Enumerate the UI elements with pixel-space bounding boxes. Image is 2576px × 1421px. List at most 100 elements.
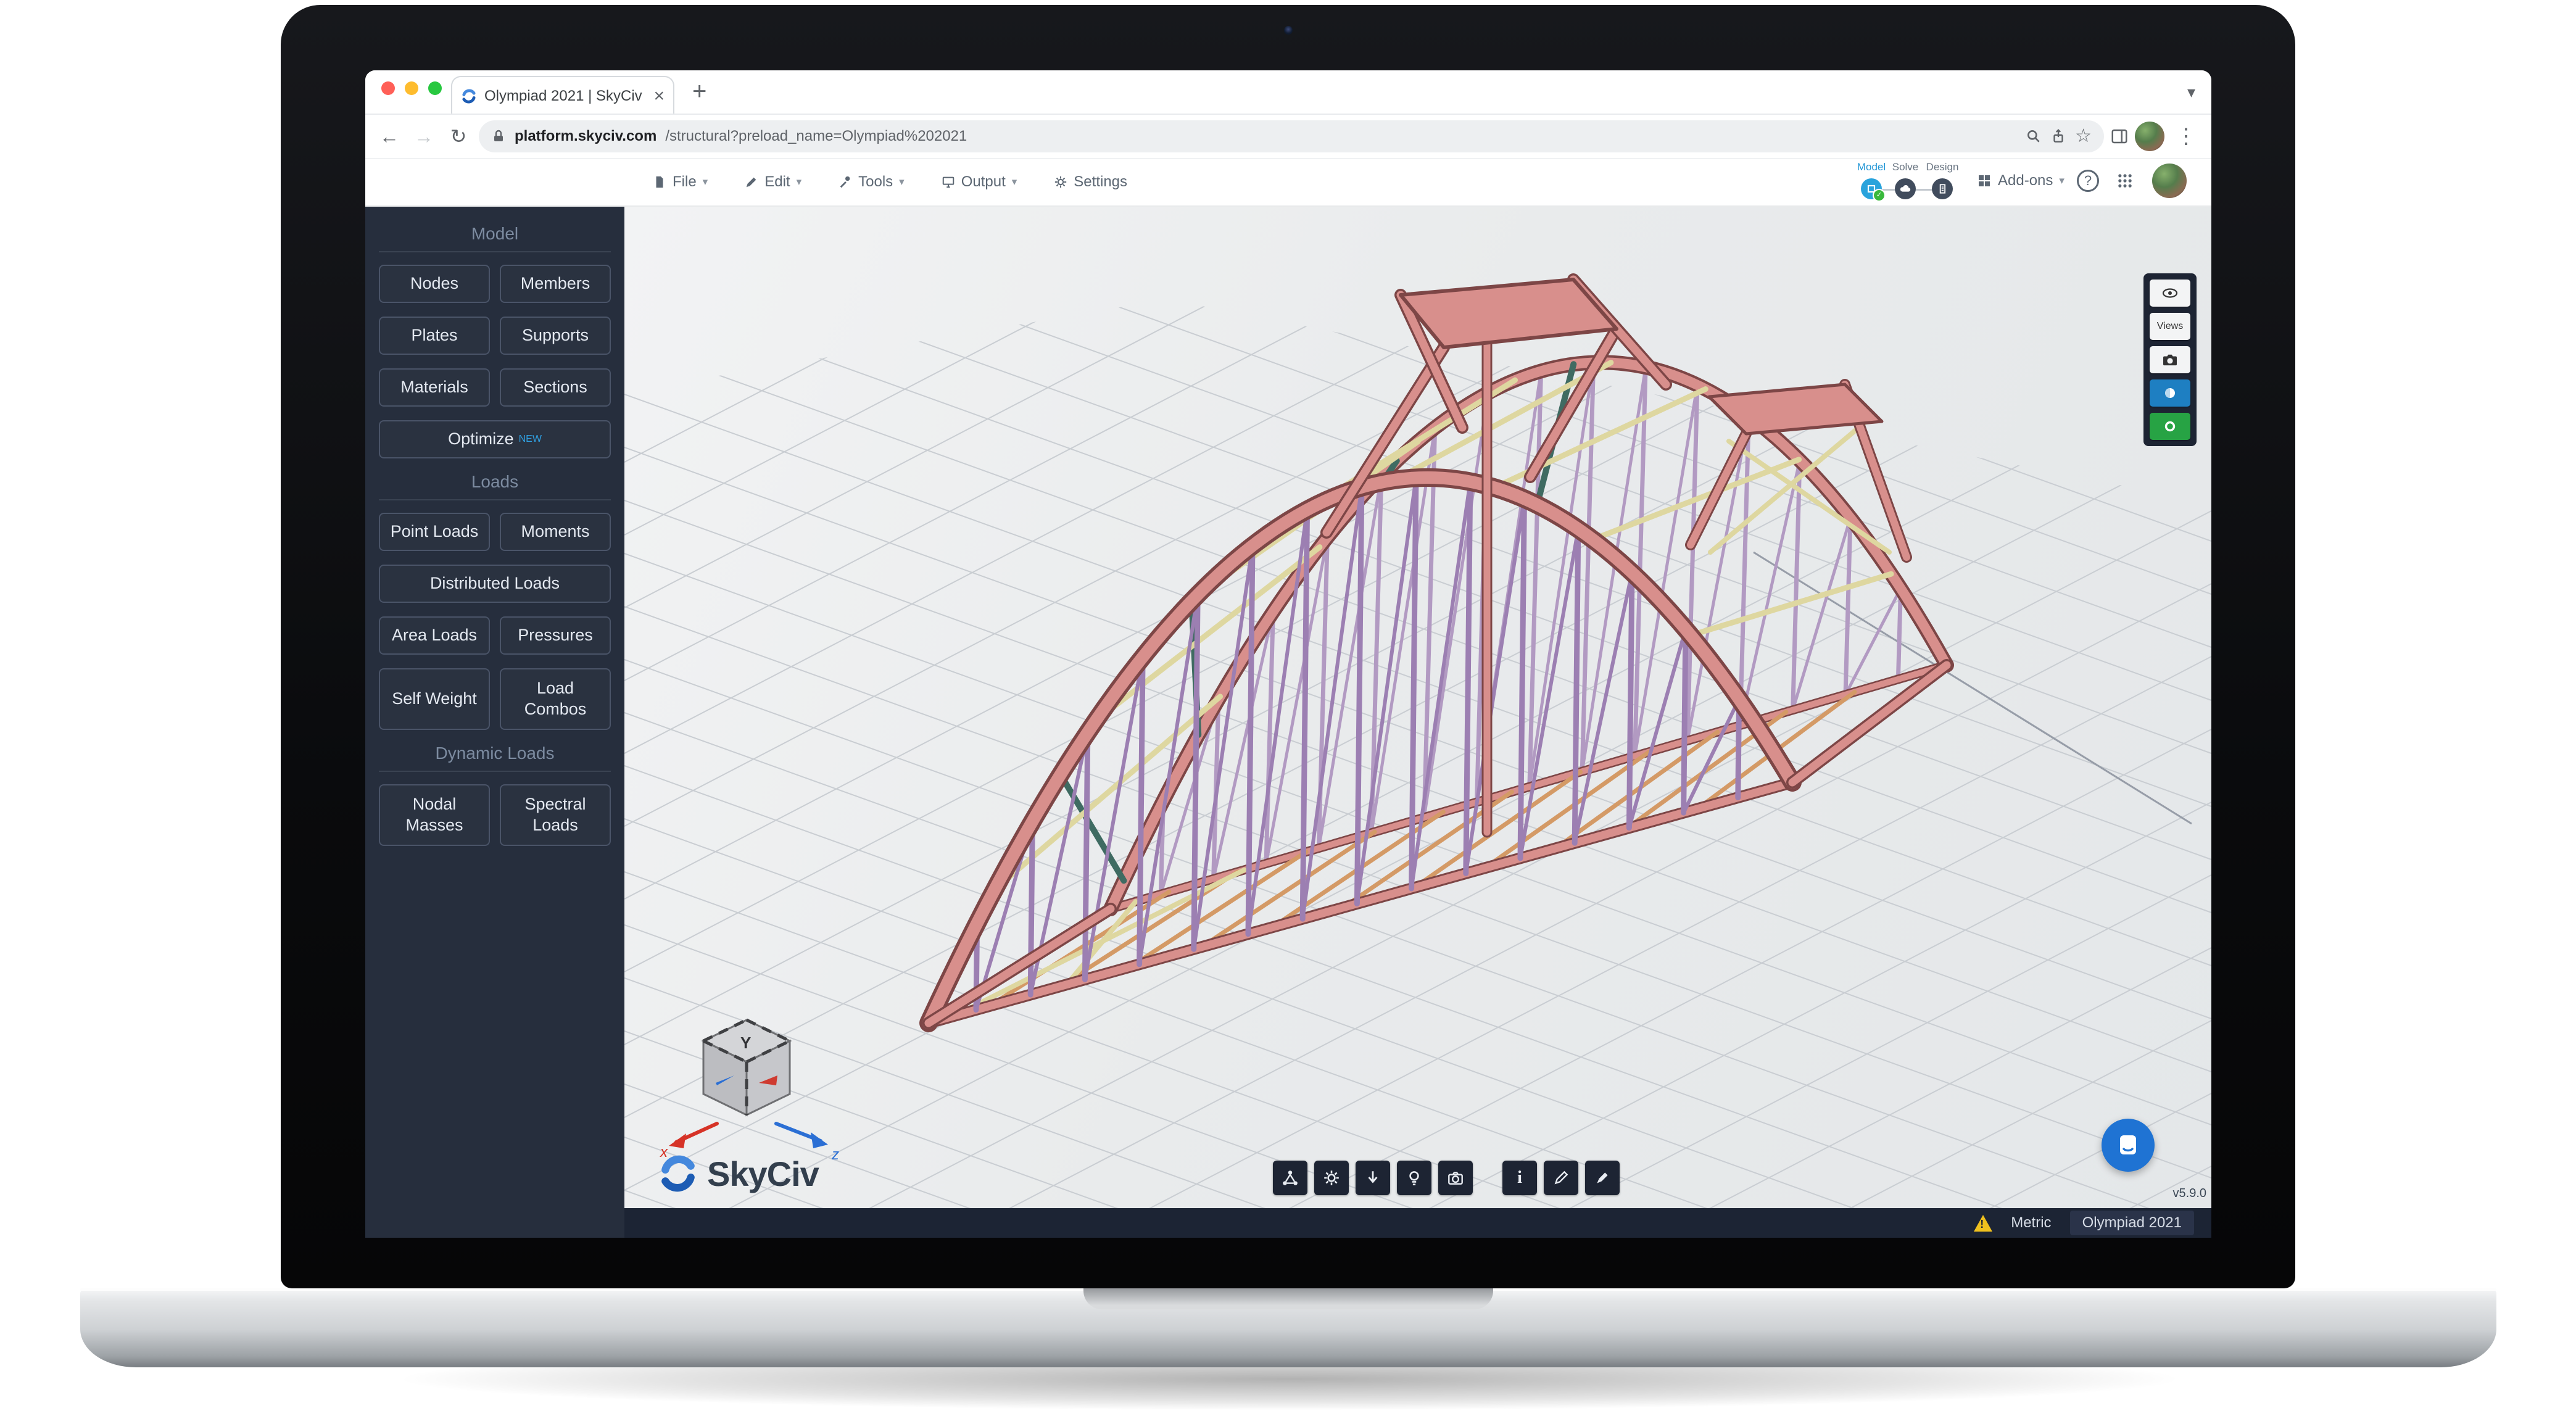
help-button[interactable]: ? xyxy=(2077,170,2099,192)
section-title-dynamic-loads: Dynamic Loads xyxy=(379,744,611,763)
share-icon[interactable] xyxy=(2050,128,2066,144)
section-divider xyxy=(379,771,611,772)
members-button[interactable]: Members xyxy=(500,265,611,303)
pen-icon xyxy=(1593,1169,1612,1187)
sidepanel-icon[interactable] xyxy=(2110,127,2129,146)
monitor-icon xyxy=(942,175,955,189)
new-badge: NEW xyxy=(519,433,542,445)
user-avatar[interactable] xyxy=(2152,164,2187,198)
info-icon: i xyxy=(1517,1168,1522,1188)
section-divider xyxy=(379,251,611,252)
skyciv-favicon xyxy=(461,88,477,104)
render-sphere-icon xyxy=(2163,386,2177,400)
tab-close-icon[interactable]: × xyxy=(653,87,665,106)
laptop-screen: Olympiad 2021 | SkyCiv × + ▾ ← → ↻ platf… xyxy=(281,5,2295,1288)
materials-button[interactable]: Materials xyxy=(379,368,490,407)
menu-file[interactable]: File ▾ xyxy=(653,173,708,191)
pressures-button[interactable]: Pressures xyxy=(500,616,611,655)
distributed-loads-button[interactable]: Distributed Loads xyxy=(379,565,611,603)
addons-menu[interactable]: Add-ons ▾ xyxy=(1977,172,2065,189)
spectral-loads-button[interactable]: Spectral Loads xyxy=(500,784,611,846)
menu-settings[interactable]: Settings xyxy=(1054,173,1127,191)
bookmark-star-icon[interactable]: ☆ xyxy=(2075,127,2092,146)
section-title-model: Model xyxy=(379,224,611,244)
nodes-button[interactable]: Nodes xyxy=(379,265,490,303)
menu-output[interactable]: Output ▾ xyxy=(942,173,1017,191)
pencil-icon xyxy=(1552,1169,1570,1187)
view-tools: Views xyxy=(2143,273,2197,446)
snapshot-button[interactable] xyxy=(1438,1161,1473,1195)
screenshot-button[interactable] xyxy=(2150,346,2190,373)
laptop-base xyxy=(80,1288,2496,1367)
skyciv-logo-text: SkyCiv xyxy=(707,1154,819,1194)
camera-icon xyxy=(1446,1169,1465,1187)
bridge-model-scene[interactable]: Yxz xyxy=(624,207,2211,1238)
zoom-icon[interactable] xyxy=(2026,128,2042,144)
browser-tab[interactable]: Olympiad 2021 | SkyCiv × xyxy=(451,76,674,115)
viewport-toolbar: i xyxy=(1273,1161,1620,1195)
step-design-button[interactable] xyxy=(1932,178,1953,199)
workflow-stepper: Model Solve Design ✓ xyxy=(1851,160,1968,204)
warning-icon[interactable]: ! xyxy=(1974,1215,1992,1232)
minimize-window-button[interactable] xyxy=(405,81,418,95)
step-label-design: Design xyxy=(1926,161,1959,173)
sidebar: Model Nodes Members Plates Supports Mate… xyxy=(365,207,624,1238)
renderer-button[interactable] xyxy=(2150,379,2190,407)
step-solve-button[interactable] xyxy=(1895,178,1916,199)
browser-profile-avatar[interactable] xyxy=(2135,122,2164,151)
optimize-button[interactable]: OptimizeNEW xyxy=(379,420,611,458)
viewport-3d-canvas[interactable]: Yxz Views xyxy=(624,207,2211,1238)
laptop-notch xyxy=(1083,1288,1493,1309)
pencil-icon xyxy=(745,175,758,189)
menu-edit[interactable]: Edit ▾ xyxy=(745,173,801,191)
sections-button[interactable]: Sections xyxy=(500,368,611,407)
padlock-icon xyxy=(491,129,506,144)
back-button[interactable]: ← xyxy=(375,126,404,146)
gear-icon xyxy=(1322,1169,1341,1187)
report-button[interactable] xyxy=(2150,413,2190,440)
nodal-masses-button[interactable]: Nodal Masses xyxy=(379,784,490,846)
step-label-solve: Solve xyxy=(1892,161,1919,173)
load-combos-button[interactable]: Load Combos xyxy=(500,668,611,730)
new-tab-button[interactable]: + xyxy=(692,78,706,106)
info-button[interactable]: i xyxy=(1502,1161,1537,1195)
self-weight-button[interactable]: Self Weight xyxy=(379,668,490,730)
units-indicator[interactable]: Metric xyxy=(2011,1214,2051,1232)
browser-menu-icon[interactable]: ⋮ xyxy=(2171,124,2201,149)
app-menubar: File ▾ Edit ▾ Tools ▾ xyxy=(365,159,2211,207)
down-arrow-icon xyxy=(1364,1169,1382,1187)
maximize-window-button[interactable] xyxy=(428,81,442,95)
address-bar[interactable]: platform.skyciv.com /structural?preload_… xyxy=(479,120,2104,152)
visibility-button[interactable] xyxy=(2150,280,2190,307)
download-button[interactable] xyxy=(1356,1161,1390,1195)
close-window-button[interactable] xyxy=(381,81,395,95)
skyciv-logo: SkyCiv xyxy=(658,1153,819,1194)
chat-support-button[interactable] xyxy=(2102,1119,2155,1172)
apps-grid-button[interactable] xyxy=(2116,172,2134,189)
window-controls xyxy=(381,81,442,95)
moments-button[interactable]: Moments xyxy=(500,513,611,551)
step-label-model: Model xyxy=(1857,161,1886,173)
skyciv-logo-icon xyxy=(658,1153,698,1194)
menu-tools[interactable]: Tools ▾ xyxy=(839,173,905,191)
supports-button[interactable]: Supports xyxy=(500,317,611,355)
project-name[interactable]: Olympiad 2021 xyxy=(2070,1211,2194,1235)
tab-search-chevron-icon[interactable]: ▾ xyxy=(2187,83,2195,102)
step-model-button[interactable]: ✓ xyxy=(1861,178,1882,199)
area-loads-button[interactable]: Area Loads xyxy=(379,616,490,655)
point-loads-button[interactable]: Point Loads xyxy=(379,513,490,551)
nav-cube[interactable]: Yxz xyxy=(660,1020,839,1163)
tools-icon xyxy=(839,175,852,189)
plates-button[interactable]: Plates xyxy=(379,317,490,355)
section-divider xyxy=(379,499,611,500)
reload-button[interactable]: ↻ xyxy=(444,126,473,146)
display-settings-button[interactable] xyxy=(1314,1161,1349,1195)
annotate-pencil-button[interactable] xyxy=(1544,1161,1578,1195)
annotate-pen-button[interactable] xyxy=(1585,1161,1620,1195)
structure-view-button[interactable] xyxy=(1273,1161,1307,1195)
gear-icon xyxy=(1054,175,1067,189)
forward-button[interactable]: → xyxy=(410,126,438,146)
ideas-button[interactable] xyxy=(1397,1161,1431,1195)
address-bar-row: ← → ↻ platform.skyciv.com /structural?pr… xyxy=(365,115,2211,159)
views-button[interactable]: Views xyxy=(2150,313,2190,340)
